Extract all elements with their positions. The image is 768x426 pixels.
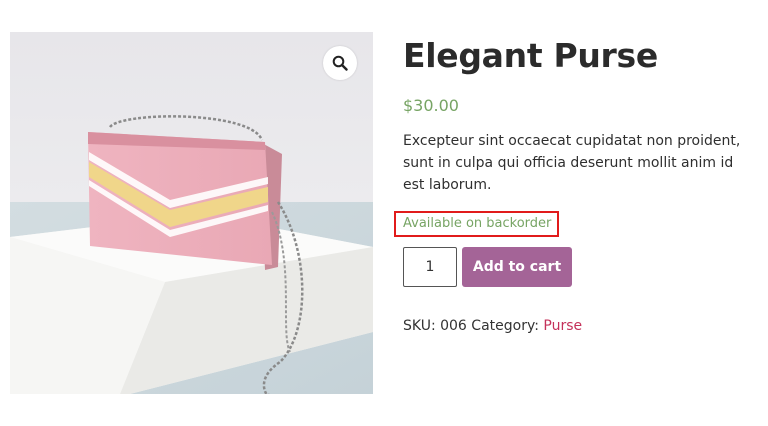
stock-status: Available on backorder xyxy=(394,211,560,237)
product-gallery xyxy=(10,32,373,394)
zoom-button[interactable] xyxy=(323,46,357,80)
product-description: Excepteur sint occaecat cupidatat non pr… xyxy=(403,133,741,193)
product-meta: SKU: 006 Category: Purse xyxy=(403,318,758,334)
product-price: $30.00 xyxy=(403,96,459,115)
add-to-cart-button[interactable]: Add to cart xyxy=(462,247,572,287)
add-to-cart-form: 1 Add to cart xyxy=(403,247,758,287)
sku-value: 006 xyxy=(440,318,467,334)
quantity-input[interactable]: 1 xyxy=(403,247,457,287)
product-title: Elegant Purse xyxy=(403,36,658,75)
category-label: Category: xyxy=(471,318,539,334)
magnifier-icon xyxy=(332,55,348,71)
category-link[interactable]: Purse xyxy=(543,318,582,334)
product-image[interactable] xyxy=(10,32,373,394)
sku-label: SKU: xyxy=(403,318,436,334)
product-summary: Elegant Purse $30.00 Excepteur sint occa… xyxy=(394,34,758,334)
